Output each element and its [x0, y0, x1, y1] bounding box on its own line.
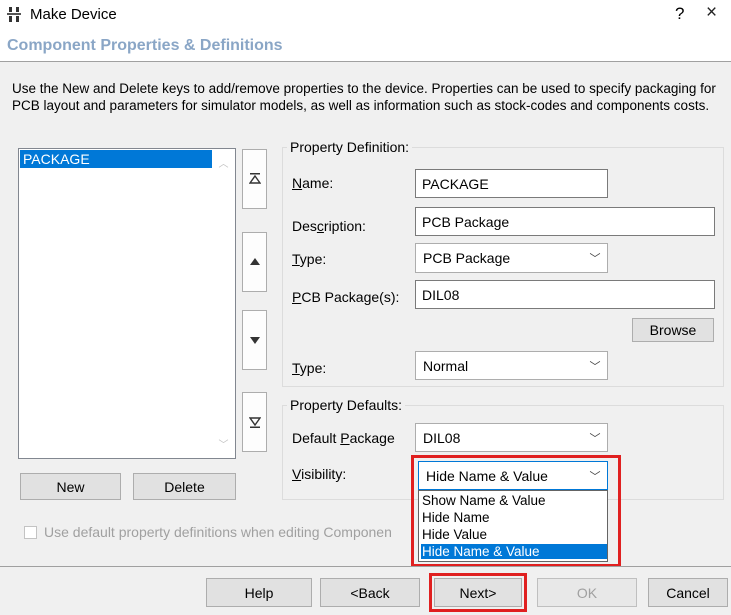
- property-listbox[interactable]: [18, 148, 236, 459]
- default-definitions-checkbox[interactable]: [24, 526, 37, 539]
- close-icon[interactable]: ×: [706, 2, 717, 24]
- browse-button[interactable]: Browse: [632, 318, 714, 342]
- page-title: Component Properties & Definitions: [7, 37, 283, 54]
- listbox-scrollbar[interactable]: ︿ ﹀: [212, 149, 235, 458]
- property-defaults-label: Property Defaults:: [287, 397, 406, 413]
- app-icon: [7, 7, 21, 22]
- chevron-down-icon: ﹀: [589, 253, 601, 265]
- name-field[interactable]: PACKAGE: [415, 169, 608, 198]
- arrow-up-icon: [249, 258, 260, 265]
- type2-label: Type:: [292, 360, 327, 376]
- type2-combobox-value: Normal: [423, 357, 469, 374]
- property-definition-label: Property Definition:: [287, 139, 413, 155]
- next-highlight-box: [429, 573, 527, 612]
- chevron-down-icon: ﹀: [589, 432, 601, 445]
- ok-button[interactable]: OK: [537, 578, 637, 607]
- description-field[interactable]: PCB Package: [415, 207, 715, 236]
- move-to-top-button[interactable]: [242, 149, 267, 209]
- pcb-package-label: PCB Package(s):: [292, 289, 400, 305]
- footer-separator: [0, 566, 731, 567]
- pcb-package-field[interactable]: DIL08: [415, 280, 715, 309]
- visibility-highlight-box: [411, 455, 621, 567]
- default-package-combobox[interactable]: DIL08 ﹀: [415, 423, 608, 452]
- list-item[interactable]: PACKAGE: [20, 150, 212, 168]
- delete-button[interactable]: Delete: [133, 473, 236, 500]
- type-combobox-value: PCB Package: [423, 250, 511, 266]
- help-icon[interactable]: ?: [675, 4, 684, 24]
- help-button[interactable]: Help: [206, 578, 312, 607]
- description-text: Use the New and Delete keys to add/remov…: [12, 81, 716, 113]
- description-label: Description:: [292, 218, 366, 234]
- move-to-bottom-button[interactable]: [242, 392, 267, 452]
- default-package-value: DIL08: [423, 429, 461, 446]
- type2-combobox[interactable]: Normal ﹀: [415, 351, 608, 380]
- name-label: Name:: [292, 175, 334, 191]
- move-up-button[interactable]: [242, 232, 267, 292]
- move-to-bottom-icon: [248, 417, 261, 428]
- default-definitions-label: Use default property definitions when ed…: [44, 524, 392, 540]
- move-down-button[interactable]: [242, 310, 267, 370]
- new-button[interactable]: New: [20, 473, 121, 500]
- chevron-down-icon: ﹀: [589, 360, 601, 373]
- cancel-button[interactable]: Cancel: [648, 578, 728, 607]
- arrow-down-icon: [249, 337, 260, 344]
- scroll-up-arrow-icon[interactable]: ︿: [212, 155, 235, 170]
- default-package-label: Default Package: [292, 430, 395, 446]
- visibility-label: Visibility:: [292, 466, 347, 482]
- type-label: Type:: [292, 251, 327, 267]
- move-to-top-icon: [248, 173, 261, 184]
- scroll-down-arrow-icon[interactable]: ﹀: [212, 436, 235, 451]
- type-combobox[interactable]: PCB Package ﹀: [415, 243, 608, 273]
- window-title: Make Device: [30, 6, 117, 23]
- back-button[interactable]: <Back: [320, 578, 420, 607]
